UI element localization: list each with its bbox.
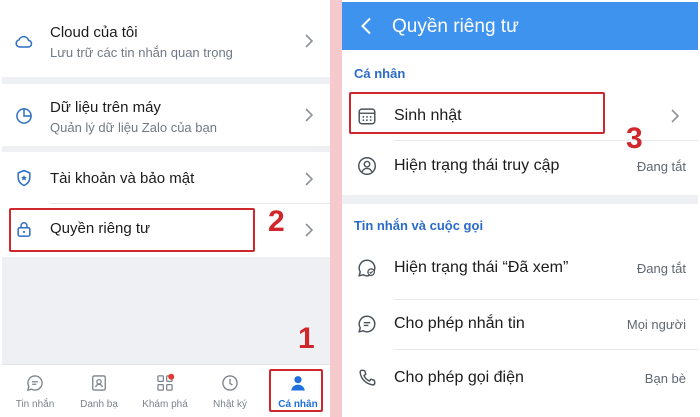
- setting-access-status[interactable]: Hiện trạng thái truy cập Đang tắt: [342, 142, 698, 190]
- card-cloud: Cloud của tôi Lưu trữ các tin nhắn quan …: [2, 2, 330, 77]
- chevron-right-icon: [305, 34, 314, 48]
- left-panel-more-menu: Cloud của tôi Lưu trữ các tin nhắn quan …: [2, 2, 330, 415]
- menu-item-subtitle: Lưu trữ các tin nhắn quan trọng: [50, 45, 233, 60]
- setting-value: Mọi người: [626, 317, 686, 332]
- nav-tab-contacts[interactable]: Danh bạ: [68, 365, 130, 415]
- setting-value: Đang tắt: [636, 159, 686, 174]
- pie-chart-icon: [16, 108, 32, 124]
- nav-label: Nhật ký: [213, 399, 247, 410]
- section-label-messages: Tin nhắn và cuộc gọi: [354, 218, 484, 233]
- chevron-right-icon: [305, 172, 314, 186]
- message-icon: [358, 315, 376, 333]
- nav-tab-timeline[interactable]: Nhật ký: [199, 365, 261, 415]
- section-label-personal: Cá nhân: [354, 66, 406, 81]
- step-number-3: 3: [626, 122, 643, 155]
- step-number-1: 1: [298, 322, 315, 355]
- highlight-box-profile-tab: [269, 369, 323, 412]
- card-device-data: Dữ liệu trên máy Quản lý dữ liệu Zalo củ…: [2, 84, 330, 146]
- nav-tab-discover[interactable]: Khám phá: [134, 365, 196, 415]
- screenshot-frame: Cloud của tôi Lưu trữ các tin nhắn quan …: [0, 0, 700, 417]
- divider: [394, 349, 698, 350]
- privacy-header: Quyền riêng tư: [342, 2, 698, 50]
- back-arrow-icon[interactable]: [360, 17, 372, 35]
- right-panel-privacy-settings: Quyền riêng tư Cá nhân Sinh nhật Hiện tr…: [342, 2, 698, 415]
- panel-separator: [330, 0, 342, 417]
- user-status-icon: [358, 157, 376, 175]
- chevron-right-icon: [305, 108, 314, 122]
- nav-tab-messages[interactable]: Tin nhắn: [4, 365, 66, 415]
- setting-title: Cho phép gọi điện: [394, 369, 524, 386]
- setting-seen-status[interactable]: Hiện trạng thái “Đã xem” Đang tắt: [342, 244, 698, 292]
- nav-label: Danh bạ: [80, 399, 118, 410]
- highlight-box-privacy: [9, 208, 255, 252]
- setting-title: Cho phép nhắn tin: [394, 315, 525, 332]
- menu-item-title: Tài khoản và bảo mật: [50, 170, 195, 187]
- menu-item-title: Cloud của tôi: [50, 24, 138, 41]
- nav-label: Tin nhắn: [15, 399, 55, 410]
- setting-value: Bạn bè: [644, 371, 686, 386]
- section-messages-calls: Tin nhắn và cuộc gọi Hiện trạng thái “Đã…: [342, 204, 698, 415]
- grid-icon: [157, 373, 175, 391]
- nav-label: Khám phá: [142, 399, 188, 410]
- seen-status-icon: [358, 259, 376, 277]
- page-title: Quyền riêng tư: [392, 16, 519, 37]
- setting-allow-calls[interactable]: Cho phép gọi điện Bạn bè: [342, 354, 698, 402]
- shield-icon: [17, 169, 31, 187]
- menu-item-subtitle: Quản lý dữ liệu Zalo của bạn: [50, 120, 217, 135]
- setting-title: Hiện trạng thái “Đã xem”: [394, 259, 569, 276]
- chat-icon: [26, 375, 43, 392]
- menu-item-cloud[interactable]: Cloud của tôi Lưu trữ các tin nhắn quan …: [2, 2, 330, 77]
- setting-value: Đang tắt: [636, 261, 686, 276]
- highlight-box-birthday: [349, 92, 605, 134]
- divider: [394, 140, 698, 141]
- step-number-2: 2: [268, 205, 285, 238]
- contacts-icon: [92, 375, 106, 391]
- cloud-icon: [15, 35, 33, 48]
- menu-item-device-data[interactable]: Dữ liệu trên máy Quản lý dữ liệu Zalo củ…: [2, 84, 330, 146]
- setting-title: Hiện trạng thái truy cập: [394, 157, 560, 174]
- bottom-navigation: Tin nhắn Danh bạ Khám phá Nhật ký Cá nhâ…: [2, 364, 330, 415]
- chevron-right-icon: [305, 223, 314, 237]
- phone-icon: [359, 369, 376, 386]
- menu-item-account-security[interactable]: Tài khoản và bảo mật: [2, 152, 330, 202]
- clock-icon: [222, 375, 238, 391]
- setting-allow-messages[interactable]: Cho phép nhắn tin Mọi người: [342, 300, 698, 348]
- menu-item-title: Dữ liệu trên máy: [50, 99, 161, 116]
- chevron-right-icon: [671, 109, 680, 123]
